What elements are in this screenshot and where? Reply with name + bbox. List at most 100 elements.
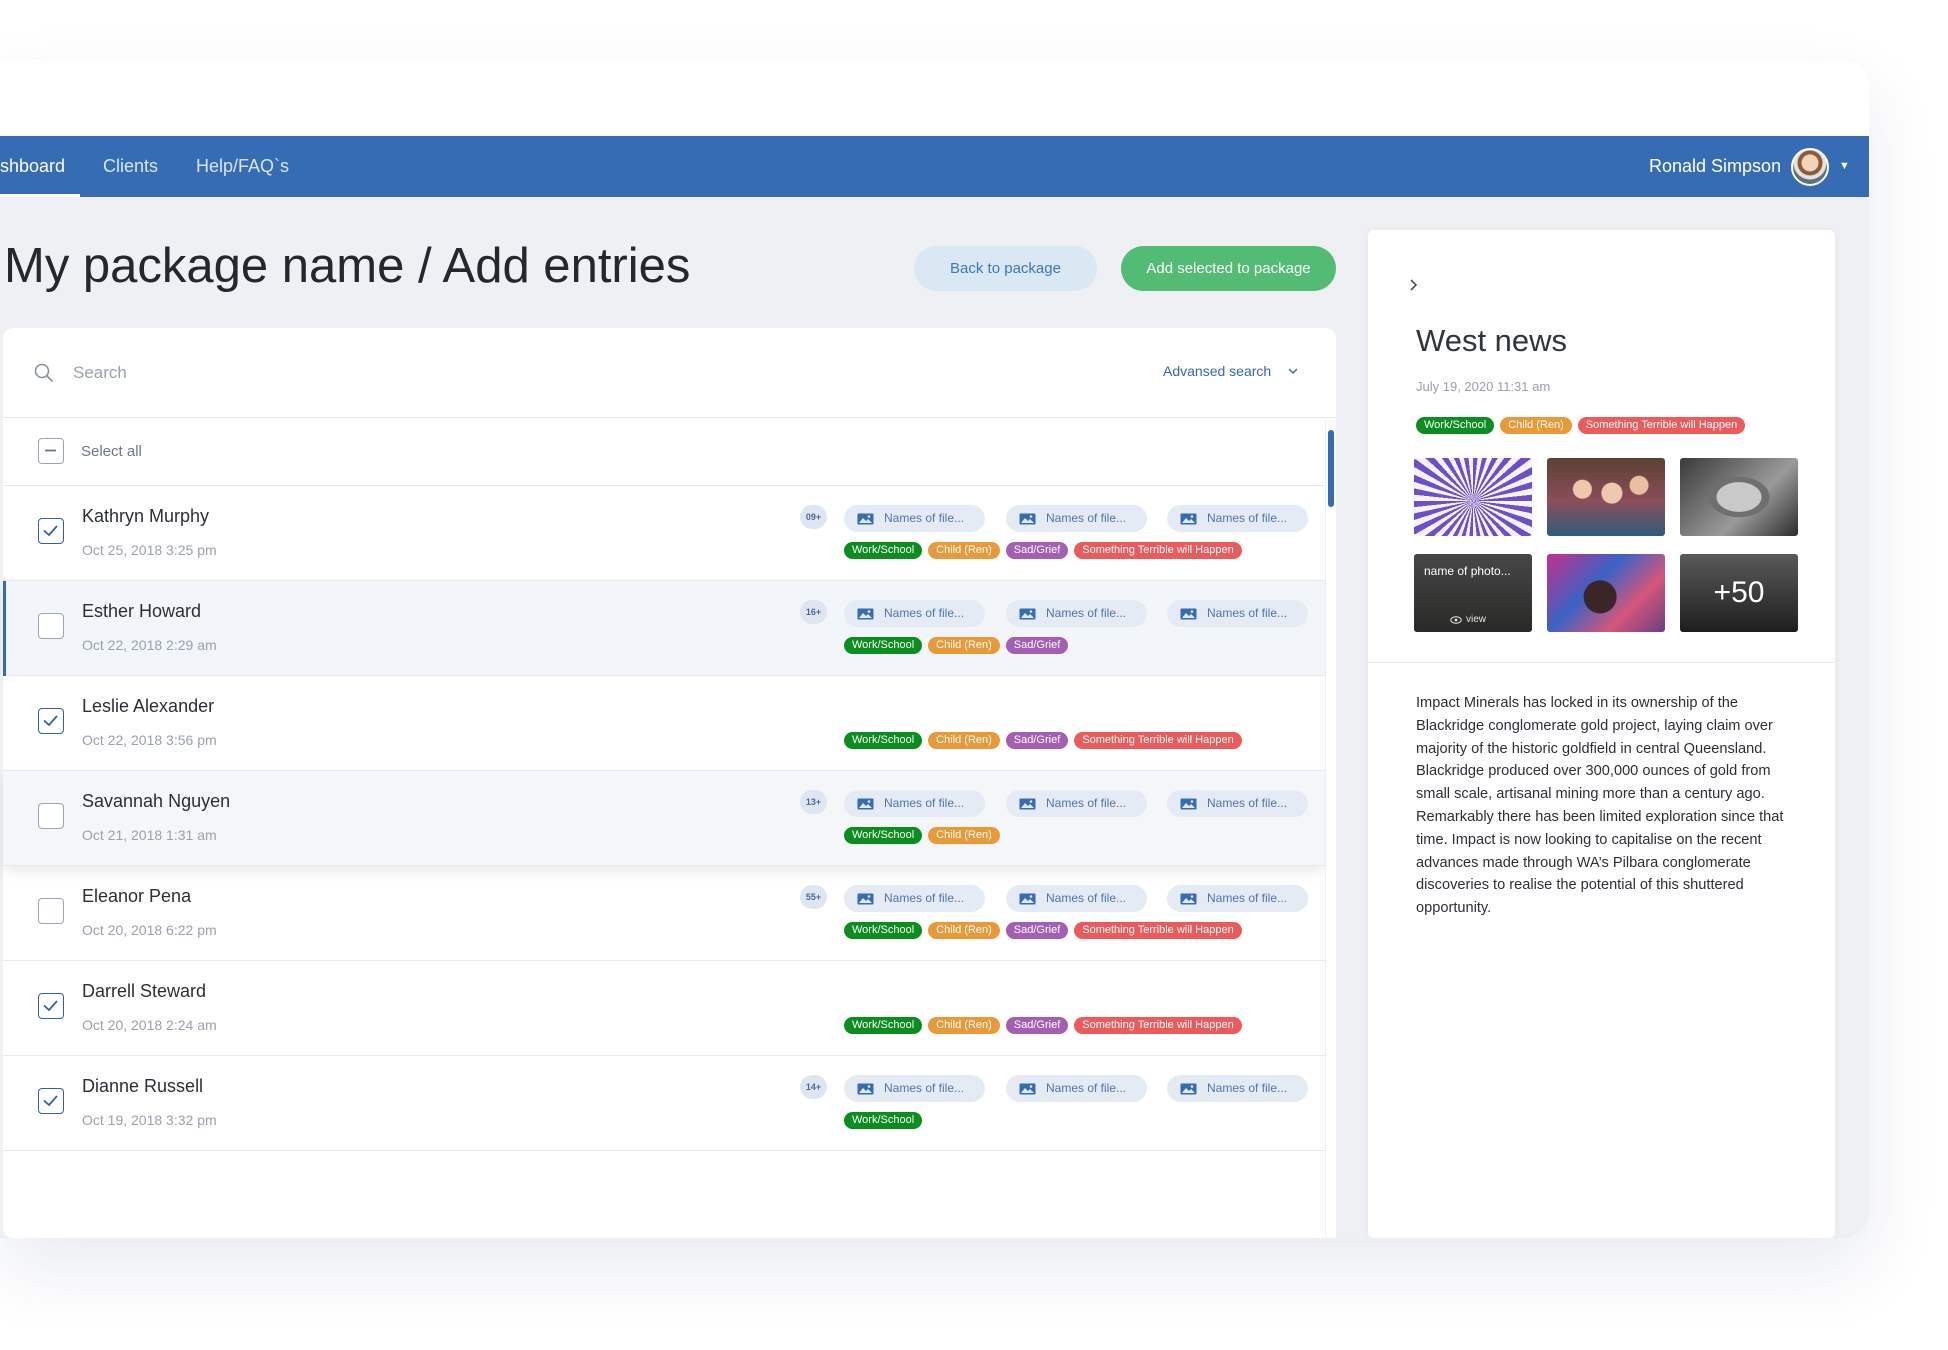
file-name: Names of file... [1207, 891, 1288, 905]
image-icon [1180, 893, 1197, 905]
nav-item-clients[interactable]: Clients [103, 136, 158, 197]
search-icon [34, 363, 53, 382]
image-icon [857, 513, 874, 525]
tag-child-ren: Child (Ren) [1500, 417, 1572, 434]
entry-row[interactable]: Savannah Nguyen Oct 21, 2018 1:31 am 13+ Na… [3, 771, 1325, 866]
tag-child-ren: Child (Ren) [928, 732, 1000, 749]
entry-row[interactable]: Eleanor Pena Oct 20, 2018 6:22 pm 55+ Names… [3, 866, 1325, 961]
photo-thumbnail-hover[interactable]: name of photo... view [1414, 554, 1532, 632]
file-chip[interactable]: Names of file... [1167, 885, 1308, 912]
file-chip[interactable]: Names of file... [1167, 600, 1308, 627]
entry-checkbox[interactable] [38, 708, 64, 734]
file-chip[interactable]: Names of file... [1167, 1075, 1308, 1102]
file-name: Names of file... [1046, 796, 1127, 810]
entry-checkbox[interactable] [38, 993, 64, 1019]
entry-row[interactable]: Esther Howard Oct 22, 2018 2:29 am 16+ Name… [3, 581, 1325, 676]
file-name: Names of file... [1207, 1081, 1288, 1095]
file-chip[interactable]: Names of file... [844, 600, 985, 627]
entry-row[interactable]: Darrell Steward Oct 20, 2018 2:24 am Work/… [3, 961, 1325, 1056]
tag-work-school: Work/School [844, 637, 923, 654]
nav-item-dashboard[interactable]: shboard [0, 136, 65, 197]
tag-sad-grief: Sad/Grief [1005, 732, 1069, 749]
nav-item-help-faq[interactable]: Help/FAQ`s [196, 136, 289, 197]
photo-thumbnail[interactable] [1680, 458, 1798, 536]
detail-tags: Work/School Child (Ren) Something Terrible… [1416, 417, 1751, 434]
entry-name: Leslie Alexander [82, 696, 215, 716]
select-all-checkbox[interactable] [38, 438, 64, 464]
tag-work-school: Work/School [844, 732, 923, 749]
image-icon [857, 1083, 874, 1095]
top-navbar: shboard Clients Help/FAQ`s Ronald Simpso… [0, 136, 1869, 197]
entry-name: Savannah Nguyen [82, 791, 231, 811]
photo-thumbnail[interactable] [1547, 458, 1665, 536]
detail-body-text: Impact Minerals has locked in its owners… [1416, 695, 1784, 917]
search-input[interactable] [73, 356, 473, 390]
entry-row[interactable]: Leslie Alexander Oct 22, 2018 3:56 pm Work… [3, 676, 1325, 771]
chevron-down-icon[interactable] [1287, 366, 1299, 376]
entry-row[interactable]: Kathryn Murphy Oct 25, 2018 3:25 pm 09+ Nam… [3, 486, 1325, 581]
scrollbar-thumb[interactable] [1328, 430, 1334, 507]
photo-view-link[interactable]: view [1450, 614, 1486, 625]
more-photos-thumbnail[interactable]: +50 [1680, 554, 1798, 632]
entry-name: Eleanor Pena [82, 886, 192, 906]
user-name[interactable]: Ronald Simpson [1649, 136, 1781, 197]
file-chip[interactable]: Names of file... [1006, 505, 1147, 532]
list-scrollbar[interactable] [1325, 418, 1336, 1238]
file-chip[interactable]: Names of file... [1006, 790, 1147, 817]
image-icon [857, 893, 874, 905]
file-chip[interactable]: Names of file... [844, 790, 985, 817]
user-menu-caret-icon[interactable]: ▼ [1839, 136, 1850, 197]
detail-date: July 19, 2020 11:31 am [1416, 379, 1551, 394]
image-icon [1019, 798, 1036, 810]
user-avatar[interactable] [1791, 148, 1829, 186]
advanced-search-link[interactable]: Advansed search [1163, 363, 1271, 379]
tag-work-school: Work/School [1416, 417, 1495, 434]
tag-something-terrible: Something Terrible will Happen [1074, 542, 1242, 559]
tag-something-terrible: Something Terrible will Happen [1074, 922, 1242, 939]
photo-thumbnail[interactable] [1414, 458, 1532, 536]
eye-icon [1450, 616, 1462, 624]
tag-sad-grief: Sad/Grief [1005, 637, 1069, 654]
entry-tags: Work/School Child (Ren) [844, 827, 1006, 844]
file-name: Names of file... [884, 606, 965, 620]
entry-checkbox[interactable] [38, 518, 64, 544]
entry-tags: Work/School [844, 1112, 928, 1129]
tag-sad-grief: Sad/Grief [1005, 542, 1069, 559]
tag-sad-grief: Sad/Grief [1005, 922, 1069, 939]
select-all-label: Select all [81, 443, 142, 460]
app-window: shboard Clients Help/FAQ`s Ronald Simpso… [0, 60, 1869, 1238]
back-to-package-button[interactable]: Back to package [914, 246, 1097, 291]
file-name: Names of file... [884, 1081, 965, 1095]
file-name: Names of file... [884, 891, 965, 905]
file-chip[interactable]: Names of file... [844, 1075, 985, 1102]
tag-work-school: Work/School [844, 1112, 923, 1129]
file-name: Names of file... [884, 511, 965, 525]
select-all-row: Select all [3, 418, 1336, 486]
entry-tags: Work/School Child (Ren) Sad/Grief [844, 637, 1074, 654]
detail-title: West news [1416, 323, 1568, 358]
entry-checkbox[interactable] [38, 898, 64, 924]
file-chip[interactable]: Names of file... [1006, 600, 1147, 627]
file-chip[interactable]: Names of file... [1167, 505, 1308, 532]
checkmark-icon [43, 1095, 58, 1107]
entry-checkbox[interactable] [38, 613, 64, 639]
image-icon [857, 608, 874, 620]
file-chip[interactable]: Names of file... [844, 505, 985, 532]
file-chip[interactable]: Names of file... [844, 885, 985, 912]
file-chip[interactable]: Names of file... [1006, 885, 1147, 912]
file-count-badge: 55+ [800, 885, 827, 909]
entry-date: Oct 21, 2018 1:31 am [82, 827, 217, 843]
entry-checkbox[interactable] [38, 803, 64, 829]
file-chip[interactable]: Names of file... [1006, 1075, 1147, 1102]
add-selected-button[interactable]: Add selected to package [1121, 246, 1336, 291]
collapse-chevron-icon[interactable] [1408, 277, 1420, 293]
photo-thumbnail[interactable] [1547, 554, 1665, 632]
entry-row[interactable]: Dianne Russell Oct 19, 2018 3:32 pm 14+ Nam… [3, 1056, 1325, 1151]
checkmark-icon [43, 1000, 58, 1012]
file-chip[interactable]: Names of file... [1167, 790, 1308, 817]
tag-child-ren: Child (Ren) [928, 542, 1000, 559]
selected-indicator [3, 581, 6, 676]
nav-active-indicator [0, 194, 80, 197]
image-icon [1019, 893, 1036, 905]
entry-checkbox[interactable] [38, 1088, 64, 1114]
